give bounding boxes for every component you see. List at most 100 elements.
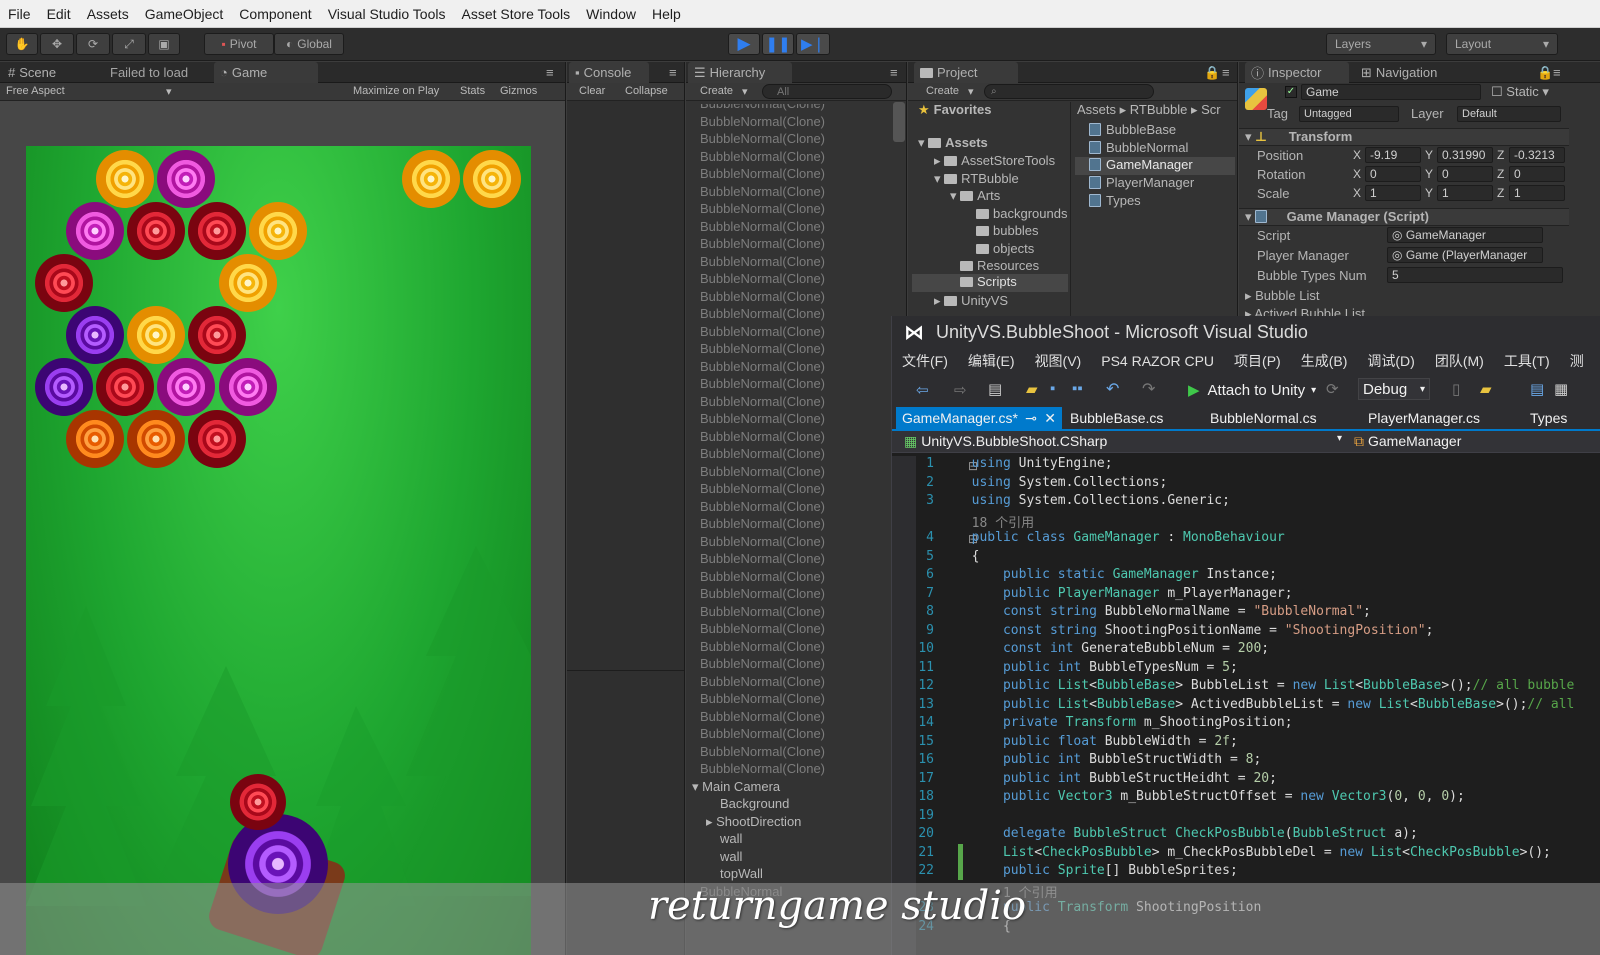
console-collapse-button[interactable]: Collapse [625, 85, 668, 97]
hierarchy-item-bubble-clone[interactable]: BubbleNormal(Clone) [700, 621, 825, 636]
find-icon[interactable]: ▰ [1480, 380, 1492, 398]
hierarchy-item-bubble-clone[interactable]: BubbleNormal(Clone) [700, 481, 825, 496]
properties-icon[interactable]: ▦ [1554, 380, 1568, 398]
tab-scene[interactable]: # Scene [2, 62, 62, 83]
step-button[interactable]: ▶❘ [796, 33, 830, 55]
hierarchy-create-dropdown[interactable]: Create [700, 85, 733, 97]
code-line[interactable]: 9 const string ShootingPositionName = "S… [892, 623, 1433, 642]
vs-menu-project[interactable]: 项目(P) [1224, 351, 1291, 371]
code-line[interactable]: 4 public class GameManager : MonoBehavio… [892, 530, 1285, 549]
console-clear-button[interactable]: Clear [579, 85, 605, 97]
vs-menu-build[interactable]: 生成(B) [1291, 351, 1358, 371]
project-folder-unityvs[interactable]: ▸ UnityVS [934, 293, 1008, 309]
hierarchy-scrollbar[interactable] [893, 102, 905, 142]
code-line[interactable]: 15 public float BubbleWidth = 2f; [892, 734, 1237, 753]
play-button[interactable]: ▶ [728, 33, 760, 55]
hierarchy-item-bubble-clone[interactable]: BubbleNormal(Clone) [700, 604, 825, 619]
hierarchy-item-bubble-clone[interactable]: BubbleNormal(Clone) [700, 376, 825, 391]
menu-component[interactable]: Component [231, 6, 319, 22]
code-line[interactable]: 6 public static GameManager Instance; [892, 567, 1277, 586]
hierarchy-item-bubble-clone[interactable]: BubbleNormal(Clone) [700, 709, 825, 724]
tab-types-cs[interactable]: Types [1524, 407, 1573, 429]
breadcrumb-rtbubble[interactable]: RTBubble [1130, 102, 1188, 117]
hierarchy-item-main-camera[interactable]: ▾ Main Camera [692, 779, 780, 795]
transform-header[interactable]: ▾ ⊥ Transform [1239, 128, 1569, 146]
project-folder-backgrounds[interactable]: backgrounds [976, 206, 1067, 221]
layers-dropdown[interactable]: Layers ▾ [1326, 33, 1436, 55]
menu-vs-tools[interactable]: Visual Studio Tools [320, 6, 454, 22]
new-project-icon[interactable]: ▤ [988, 380, 1002, 398]
undo-icon[interactable]: ↶ [1106, 379, 1119, 399]
hierarchy-search-input[interactable] [762, 84, 892, 99]
code-line[interactable]: 1 using UnityEngine; [892, 456, 1112, 475]
hierarchy-item-bubble-clone[interactable]: BubbleNormal(Clone) [700, 149, 825, 164]
vs-menu-tools[interactable]: 工具(T) [1494, 351, 1560, 371]
global-button[interactable]: ◐ Global [274, 33, 344, 55]
gizmos-dropdown[interactable]: Gizmos [500, 85, 537, 97]
vs-menu-edit[interactable]: 编辑(E) [958, 351, 1025, 371]
file-playermanager[interactable]: PlayerManager [1089, 175, 1194, 190]
breadcrumb-assets[interactable]: Assets [1077, 102, 1116, 117]
hierarchy-item-bubble-clone[interactable]: BubbleNormal(Clone) [700, 166, 825, 181]
maximize-on-play-toggle[interactable]: Maximize on Play [353, 85, 439, 97]
hierarchy-item-bubble-clone[interactable]: BubbleNormal(Clone) [700, 516, 825, 531]
code-line[interactable]: 21 List<CheckPosBubble> m_CheckPosBubble… [892, 845, 1551, 864]
pivot-button[interactable]: ▪ Pivot [204, 33, 274, 55]
project-folder-bubbles[interactable]: bubbles [976, 223, 1039, 238]
hierarchy-item-child[interactable]: wall [720, 849, 742, 864]
hierarchy-item-bubble-clone[interactable]: BubbleNormal(Clone) [700, 691, 825, 706]
player-manager-field[interactable]: ◎ Game (PlayerManager [1387, 247, 1543, 263]
hierarchy-item-bubble-clone[interactable]: BubbleNormal(Clone) [700, 674, 825, 689]
assets-root-item[interactable]: ▾ Assets [918, 135, 988, 151]
code-line[interactable]: 11 public int BubbleTypesNum = 5; [892, 660, 1237, 679]
hierarchy-item-bubble-clone[interactable]: BubbleNormal(Clone) [700, 289, 825, 304]
tab-project[interactable]: Project [914, 62, 1018, 83]
refresh-icon[interactable]: ⟳ [1326, 380, 1339, 398]
code-line[interactable]: 2 using System.Collections; [892, 475, 1167, 494]
breadcrumb-scripts[interactable]: Scr [1201, 102, 1221, 117]
vs-menu-test[interactable]: 测 [1560, 351, 1594, 371]
project-folder-assetstoretools[interactable]: ▸ AssetStoreTools [934, 153, 1055, 169]
rotate-tool-button[interactable]: ⟳ [76, 33, 110, 55]
code-line[interactable]: 18 个引用 [892, 512, 1034, 531]
hierarchy-item-bubble-clone[interactable]: BubbleNormal(Clone) [700, 744, 825, 759]
project-folder-resources[interactable]: Resources [960, 258, 1039, 273]
code-line[interactable]: 13 public List<BubbleBase> ActivedBubble… [892, 697, 1574, 716]
hierarchy-item-bubble-clone[interactable]: BubbleNormal(Clone) [700, 184, 825, 199]
redo-icon[interactable]: ↷ [1142, 379, 1155, 399]
vs-menu-view[interactable]: 视图(V) [1025, 351, 1092, 371]
panel-menu-icon[interactable]: ≡ [663, 62, 683, 83]
hierarchy-item-bubble-clone[interactable]: BubbleNormal(Clone) [700, 341, 825, 356]
menu-help[interactable]: Help [644, 6, 689, 22]
code-line[interactable]: 7 public PlayerManager m_PlayerManager; [892, 586, 1292, 605]
class-nav-dropdown[interactable]: ⧉ GameManager [1354, 433, 1594, 450]
menu-assets[interactable]: Assets [79, 6, 137, 22]
hierarchy-item-bubble-clone[interactable]: BubbleNormal(Clone) [700, 271, 825, 286]
project-create-dropdown[interactable]: Create [926, 85, 959, 97]
project-folder-arts[interactable]: ▾ Arts [950, 188, 1000, 204]
hierarchy-item-bubble-clone[interactable]: BubbleNormal(Clone) [700, 254, 825, 269]
open-folder-icon[interactable]: ▰ [1026, 380, 1038, 398]
active-checkbox[interactable]: ✓ [1285, 86, 1297, 98]
hierarchy-item-bubble-clone[interactable]: BubbleNormal(Clone) [700, 499, 825, 514]
hierarchy-item-bubble-clone[interactable]: BubbleNormal(Clone) [700, 411, 825, 426]
hierarchy-item-bubble-clone[interactable]: BubbleNormal(Clone) [700, 394, 825, 409]
pin-icon[interactable]: ⊸ [1025, 410, 1037, 427]
rect-tool-button[interactable]: ▣ [148, 33, 180, 55]
file-gamemanager[interactable]: GameManager [1075, 157, 1235, 175]
vs-menu-team[interactable]: 团队(M) [1425, 351, 1494, 371]
back-arrow-icon[interactable]: ⇦ [916, 381, 929, 399]
code-line[interactable]: 19 [892, 808, 972, 827]
position-x-field[interactable]: -9.19 [1365, 147, 1421, 163]
scale-z-field[interactable]: 1 [1509, 185, 1565, 201]
code-line[interactable]: 20 delegate BubbleStruct CheckPosBubble(… [892, 826, 1417, 845]
tab-playermanager-cs[interactable]: PlayerManager.cs [1362, 407, 1486, 429]
tab-bubblebase-cs[interactable]: BubbleBase.cs [1064, 407, 1169, 429]
hierarchy-item-bubble-clone[interactable]: BubbleNormal(Clone) [700, 131, 825, 146]
stats-toggle[interactable]: Stats [460, 85, 485, 97]
bubble-types-field[interactable]: 5 [1387, 267, 1563, 283]
vs-menu-ps4-razor[interactable]: PS4 RAZOR CPU [1091, 353, 1224, 369]
favorites-item[interactable]: ★ Favorites [918, 102, 991, 118]
hierarchy-item-bubble-clone[interactable]: BubbleNormal(Clone) [700, 359, 825, 374]
hierarchy-item-bubble-clone[interactable]: BubbleNormal(Clone) [700, 429, 825, 444]
